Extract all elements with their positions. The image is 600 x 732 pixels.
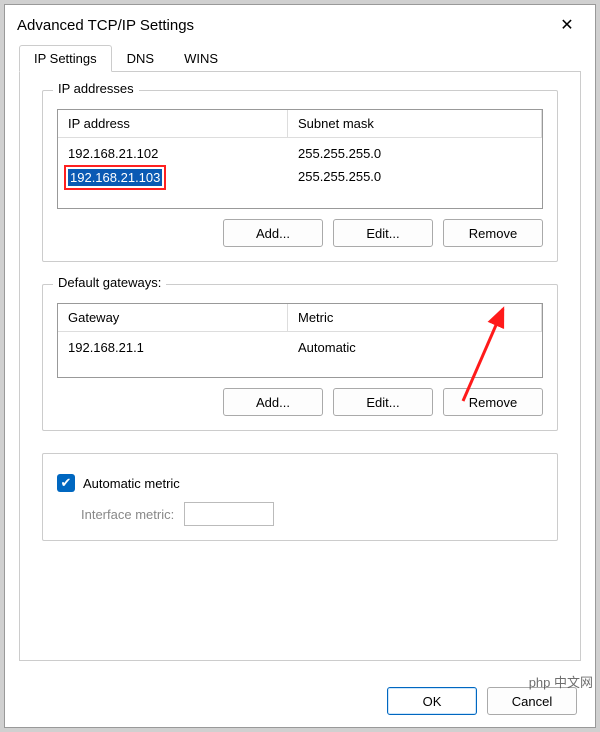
close-button[interactable]: ✕ bbox=[547, 10, 587, 40]
gw-remove-button[interactable]: Remove bbox=[443, 388, 543, 416]
ok-button[interactable]: OK bbox=[387, 687, 477, 715]
interface-metric-input[interactable] bbox=[184, 502, 274, 526]
tab-strip: IP Settings DNS WINS bbox=[19, 45, 581, 72]
gw-table[interactable]: Gateway Metric 192.168.21.1 Automatic bbox=[57, 303, 543, 378]
group-legend-gw: Default gateways: bbox=[53, 275, 166, 290]
mask-cell: 255.255.255.0 bbox=[288, 142, 542, 165]
ip-cell: 192.168.21.102 bbox=[58, 142, 288, 165]
gw-table-body: 192.168.21.1 Automatic bbox=[58, 332, 542, 377]
table-row[interactable]: 192.168.21.103 255.255.255.0 bbox=[58, 165, 542, 190]
dialog-footer: OK Cancel bbox=[5, 675, 595, 727]
gw-metric-cell: Automatic bbox=[288, 336, 542, 359]
gw-button-row: Add... Edit... Remove bbox=[57, 388, 543, 416]
dialog-title: Advanced TCP/IP Settings bbox=[17, 17, 547, 34]
title-bar: Advanced TCP/IP Settings ✕ bbox=[5, 5, 595, 45]
group-metric: ✔ Automatic metric Interface metric: bbox=[42, 453, 558, 541]
selected-ip: 192.168.21.103 bbox=[68, 169, 162, 186]
cancel-button[interactable]: Cancel bbox=[487, 687, 577, 715]
gw-cell: 192.168.21.1 bbox=[58, 336, 288, 359]
interface-metric-label: Interface metric: bbox=[81, 507, 174, 522]
group-default-gateways: Default gateways: Gateway Metric 192.168… bbox=[42, 284, 558, 431]
ip-button-row: Add... Edit... Remove bbox=[57, 219, 543, 247]
gw-table-header: Gateway Metric bbox=[58, 304, 542, 332]
tab-ip-settings[interactable]: IP Settings bbox=[19, 45, 112, 72]
ip-add-button[interactable]: Add... bbox=[223, 219, 323, 247]
col-metric: Metric bbox=[288, 304, 542, 331]
col-ip-address: IP address bbox=[58, 110, 288, 137]
group-ip-addresses: IP addresses IP address Subnet mask 192.… bbox=[42, 90, 558, 262]
group-legend-ip: IP addresses bbox=[53, 81, 139, 96]
ip-table[interactable]: IP address Subnet mask 192.168.21.102 25… bbox=[57, 109, 543, 209]
gw-edit-button[interactable]: Edit... bbox=[333, 388, 433, 416]
dialog-window: Advanced TCP/IP Settings ✕ IP Settings D… bbox=[4, 4, 596, 728]
auto-metric-checkbox[interactable]: ✔ bbox=[57, 474, 75, 492]
mask-cell: 255.255.255.0 bbox=[288, 165, 542, 190]
tab-panel-ip-settings: IP addresses IP address Subnet mask 192.… bbox=[19, 71, 581, 661]
close-icon: ✕ bbox=[560, 15, 573, 35]
gw-add-button[interactable]: Add... bbox=[223, 388, 323, 416]
ip-edit-button[interactable]: Edit... bbox=[333, 219, 433, 247]
auto-metric-label: Automatic metric bbox=[83, 476, 180, 491]
auto-metric-row[interactable]: ✔ Automatic metric bbox=[57, 474, 543, 492]
interface-metric-row: Interface metric: bbox=[81, 502, 543, 526]
ip-table-header: IP address Subnet mask bbox=[58, 110, 542, 138]
col-gateway: Gateway bbox=[58, 304, 288, 331]
tab-dns[interactable]: DNS bbox=[112, 45, 169, 72]
table-row[interactable]: 192.168.21.1 Automatic bbox=[58, 336, 542, 359]
ip-remove-button[interactable]: Remove bbox=[443, 219, 543, 247]
table-row[interactable]: 192.168.21.102 255.255.255.0 bbox=[58, 142, 542, 165]
tab-wins[interactable]: WINS bbox=[169, 45, 233, 72]
col-subnet-mask: Subnet mask bbox=[288, 110, 542, 137]
dialog-content: IP Settings DNS WINS IP addresses IP add… bbox=[5, 45, 595, 675]
ip-table-body: 192.168.21.102 255.255.255.0 192.168.21.… bbox=[58, 138, 542, 208]
ip-cell: 192.168.21.103 bbox=[58, 165, 288, 190]
